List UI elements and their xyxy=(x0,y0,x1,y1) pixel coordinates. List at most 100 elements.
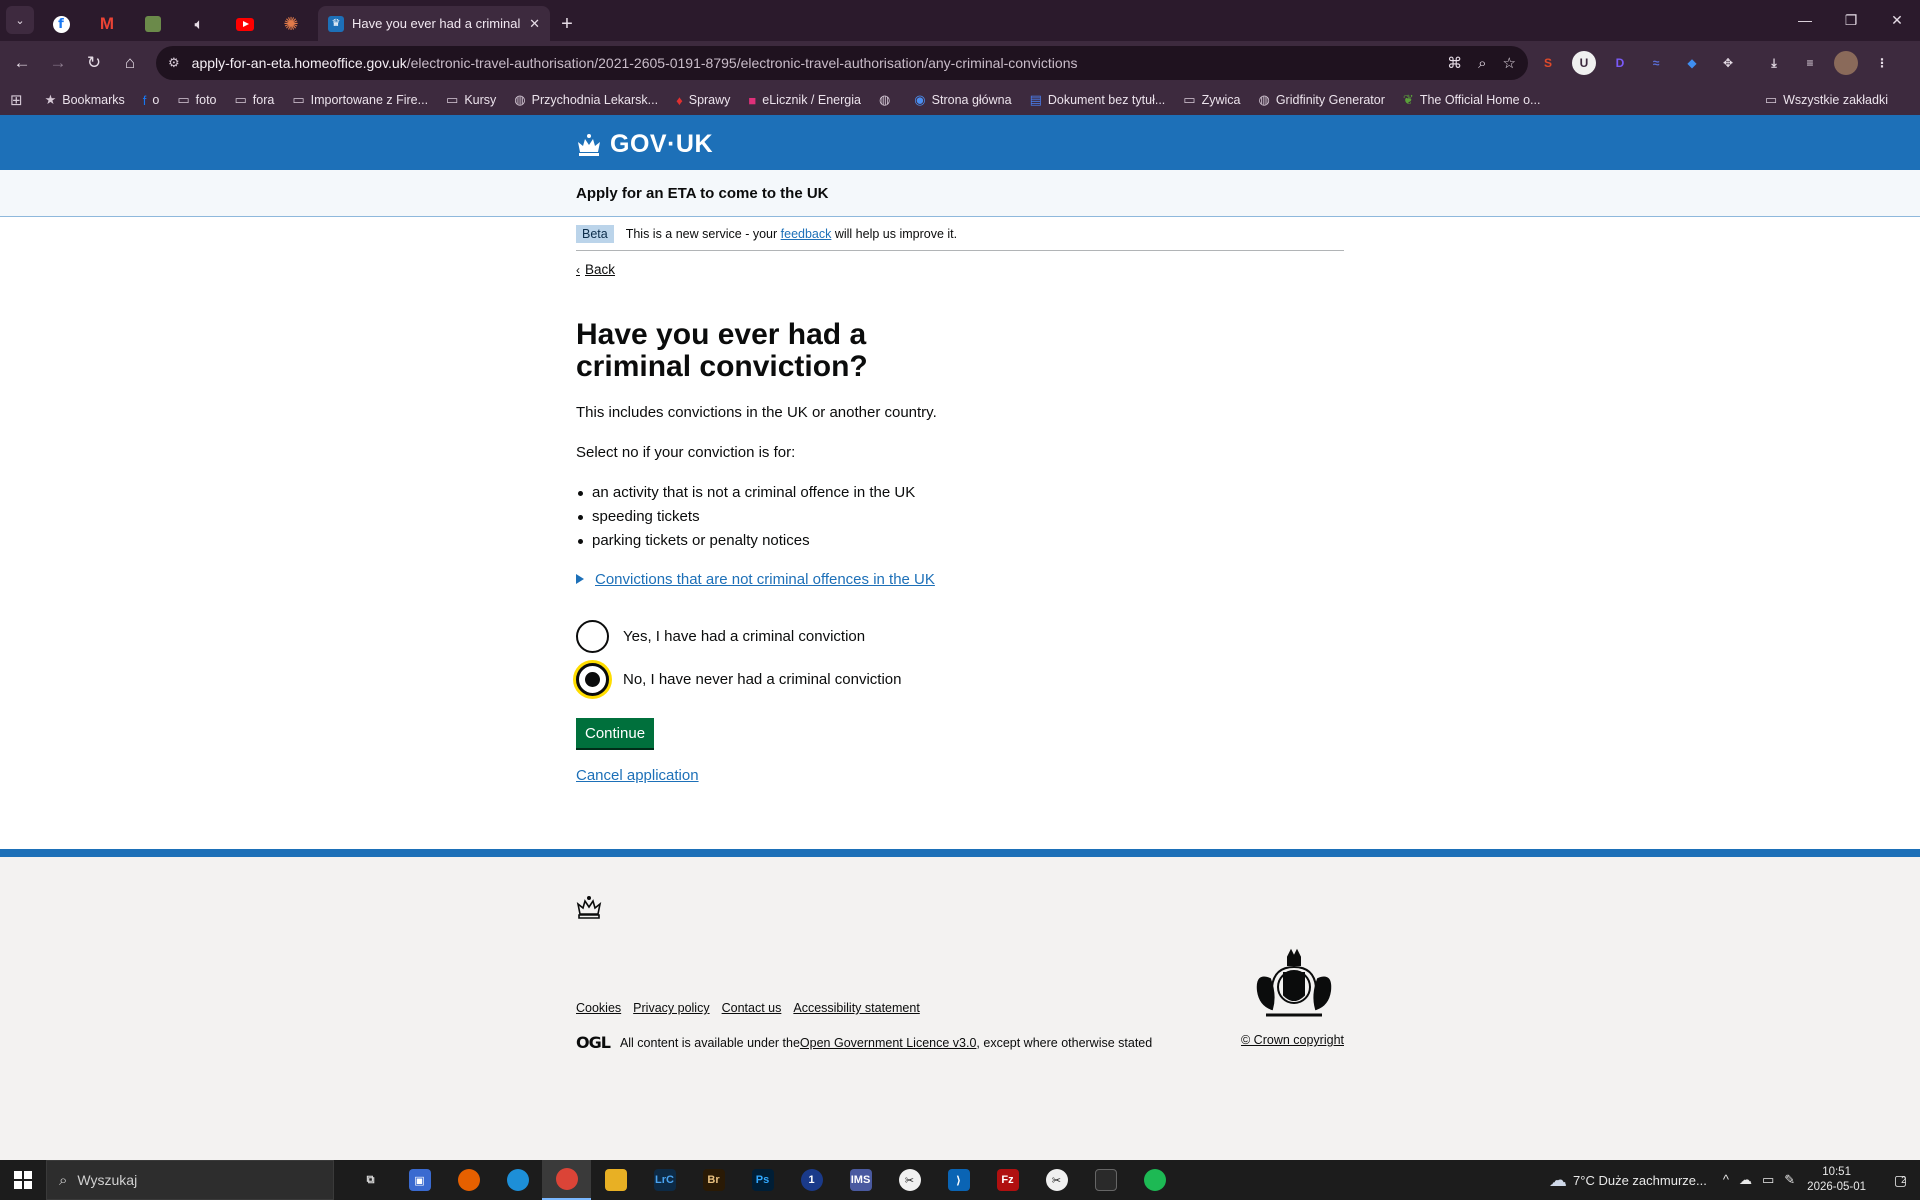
radio-yes[interactable]: Yes, I have had a criminal conviction xyxy=(576,618,1344,656)
taskbar-app[interactable] xyxy=(1130,1160,1179,1200)
list-item: parking tickets or penalty notices xyxy=(578,529,1344,553)
govuk-logo-link[interactable]: GOV·UK xyxy=(576,130,713,159)
taskbar-app-chrome[interactable] xyxy=(542,1160,591,1200)
extension-u-icon[interactable]: U xyxy=(1572,51,1596,75)
bookmark-item[interactable]: ❦ The Official Home o... xyxy=(1403,92,1541,108)
extension-tag-icon[interactable]: ◆ xyxy=(1680,51,1704,75)
all-bookmarks-folder[interactable]: ▭ Wszystkie zakładki xyxy=(1765,85,1888,115)
bookmark-item[interactable]: ■ eLicznik / Energia xyxy=(748,93,861,108)
continue-button[interactable]: Continue xyxy=(576,717,655,748)
extension-s-icon[interactable]: S xyxy=(1536,51,1560,75)
radio-no-label[interactable]: No, I have never had a criminal convicti… xyxy=(623,671,901,688)
taskbar-app[interactable]: ▣ xyxy=(395,1160,444,1200)
radio-no[interactable]: No, I have never had a criminal convicti… xyxy=(576,661,1344,699)
feedback-link[interactable]: feedback xyxy=(781,227,832,241)
bookmark-item[interactable]: ◍ xyxy=(879,92,896,108)
taskbar-app[interactable] xyxy=(444,1160,493,1200)
site-info-icon[interactable]: ⚙ xyxy=(168,55,180,71)
bookmark-item[interactable]: ▤ Dokument bez tytuł... xyxy=(1030,92,1166,108)
pinned-tab-chess[interactable] xyxy=(130,7,176,41)
pinned-tab-gmail[interactable]: M xyxy=(84,7,130,41)
forward-arrow-icon[interactable]: → xyxy=(40,45,76,81)
back-link[interactable]: ‹ Back xyxy=(576,262,615,277)
extension-d-icon[interactable]: D xyxy=(1608,51,1632,75)
radio-yes-input[interactable] xyxy=(576,620,609,653)
bookmark-folder[interactable]: ▭ Kursy xyxy=(446,92,496,108)
weather-widget[interactable]: ☁ 7°C Duże zachmurze... xyxy=(1549,1170,1707,1191)
ogl-licence-link[interactable]: Open Government Licence v3.0 xyxy=(800,1036,977,1050)
task-view-button[interactable]: ⧉ xyxy=(346,1160,395,1200)
zoom-icon[interactable]: ⌕ xyxy=(1478,55,1486,72)
system-tray: ☁ 7°C Duże zachmurze... ^ ☁ ▭ ✎ 10:51 20… xyxy=(1549,1160,1920,1200)
accessibility-statement-link[interactable]: Accessibility statement xyxy=(793,1001,919,1015)
tab-search-button[interactable]: ⌄ xyxy=(6,6,34,34)
cookies-link[interactable]: Cookies xyxy=(576,1001,621,1015)
footer-links: Cookies Privacy policy Contact us Access… xyxy=(576,1001,920,1015)
minimize-button[interactable]: — xyxy=(1782,0,1828,40)
taskbar-app[interactable]: IMS xyxy=(836,1160,885,1200)
clock[interactable]: 10:51 2026-05-01 xyxy=(1807,1165,1866,1195)
pinned-tab-youtube[interactable] xyxy=(222,7,268,41)
pinned-tab-facebook[interactable]: f xyxy=(38,7,84,41)
taskbar-app[interactable]: 1 xyxy=(787,1160,836,1200)
extension-wave-icon[interactable]: ≈ xyxy=(1644,51,1668,75)
cancel-application-link[interactable]: Cancel application xyxy=(576,767,1344,784)
apps-grid-icon[interactable]: ⊞ xyxy=(10,91,23,109)
bookmark-item[interactable]: ◍ Gridfinity Generator xyxy=(1258,92,1384,108)
pinned-tab-claude[interactable]: ✺ xyxy=(268,7,314,41)
bookmark-item[interactable]: ♦ Sprawy xyxy=(676,93,730,108)
details-summary[interactable]: Convictions that are not criminal offenc… xyxy=(595,571,935,588)
privacy-policy-link[interactable]: Privacy policy xyxy=(633,1001,709,1015)
taskbar-app[interactable]: Fz xyxy=(983,1160,1032,1200)
back-arrow-icon[interactable]: ← xyxy=(4,45,40,81)
bookmark-folder[interactable]: ▭ Zywica xyxy=(1183,92,1240,108)
radio-yes-label[interactable]: Yes, I have had a criminal conviction xyxy=(623,628,865,645)
profile-avatar[interactable] xyxy=(1834,51,1858,75)
bookmark-item[interactable]: fo xyxy=(143,93,160,108)
address-bar[interactable]: ⚙ apply-for-an-eta.homeoffice.gov.uk/ele… xyxy=(156,46,1528,80)
home-icon[interactable]: ⌂ xyxy=(112,45,148,81)
chevron-up-icon[interactable]: ^ xyxy=(1723,1172,1729,1188)
new-tab-button[interactable]: + xyxy=(550,7,584,41)
taskbar-app[interactable] xyxy=(493,1160,542,1200)
network-icon[interactable]: ▭ xyxy=(1762,1172,1774,1188)
bookmark-folder[interactable]: ▭ Importowane z Fire... xyxy=(292,92,428,108)
bookmark-star-icon[interactable]: ☆ xyxy=(1503,54,1516,72)
restore-button[interactable]: ❐ xyxy=(1828,0,1874,40)
translate-icon[interactable]: ⌘ xyxy=(1447,54,1462,72)
pen-icon[interactable]: ✎ xyxy=(1784,1172,1795,1188)
active-tab[interactable]: ♛ Have you ever had a criminal co ✕ xyxy=(318,6,550,41)
reload-icon[interactable]: ↻ xyxy=(76,45,112,81)
more-menu-icon[interactable]: ⋮ xyxy=(1870,51,1894,75)
close-tab-icon[interactable]: ✕ xyxy=(529,16,540,32)
service-name[interactable]: Apply for an ETA to come to the UK xyxy=(576,185,829,202)
radio-no-input[interactable] xyxy=(576,663,609,696)
taskbar-app[interactable]: Br xyxy=(689,1160,738,1200)
pinned-tab-audio[interactable]: 🔈︎ xyxy=(176,7,222,41)
onedrive-icon[interactable]: ☁ xyxy=(1739,1172,1752,1188)
contact-us-link[interactable]: Contact us xyxy=(722,1001,782,1015)
taskbar-app[interactable]: ⟩ xyxy=(934,1160,983,1200)
taskbar-app[interactable] xyxy=(1081,1160,1130,1200)
taskbar-app[interactable]: Ps xyxy=(738,1160,787,1200)
media-icon[interactable]: ≡ xyxy=(1798,51,1822,75)
bookmark-item[interactable]: ★ Bookmarks xyxy=(45,92,125,108)
taskbar-search[interactable]: ⌕ Wyszukaj xyxy=(46,1160,334,1200)
taskbar-app[interactable]: ✂ xyxy=(885,1160,934,1200)
taskbar-app[interactable]: LrC xyxy=(640,1160,689,1200)
bookmark-folder[interactable]: ▭ fora xyxy=(235,92,275,108)
taskbar-app[interactable] xyxy=(591,1160,640,1200)
taskbar-apps: ⧉ ▣ LrC Br Ps 1 IMS ✂ ⟩ Fz ✂ xyxy=(346,1160,1179,1200)
downloads-icon[interactable]: ⤓ xyxy=(1762,51,1786,75)
details-toggle[interactable]: Convictions that are not criminal offenc… xyxy=(576,571,1344,588)
bookmark-item[interactable]: ◍ Przychodnia Lekarsk... xyxy=(514,92,658,108)
start-button[interactable] xyxy=(0,1160,46,1200)
close-window-button[interactable]: ✕ xyxy=(1874,0,1920,40)
triangle-right-icon xyxy=(576,574,584,584)
taskbar-app[interactable]: ✂ xyxy=(1032,1160,1081,1200)
notification-center-button[interactable]: ▢ 2 xyxy=(1880,1172,1920,1189)
crown-copyright-link[interactable]: © Crown copyright xyxy=(1241,1033,1344,1047)
bookmark-item[interactable]: ◉ Strona główna xyxy=(914,92,1011,108)
extensions-puzzle-icon[interactable]: ✥ xyxy=(1716,51,1740,75)
bookmark-folder[interactable]: ▭ foto xyxy=(177,92,216,108)
